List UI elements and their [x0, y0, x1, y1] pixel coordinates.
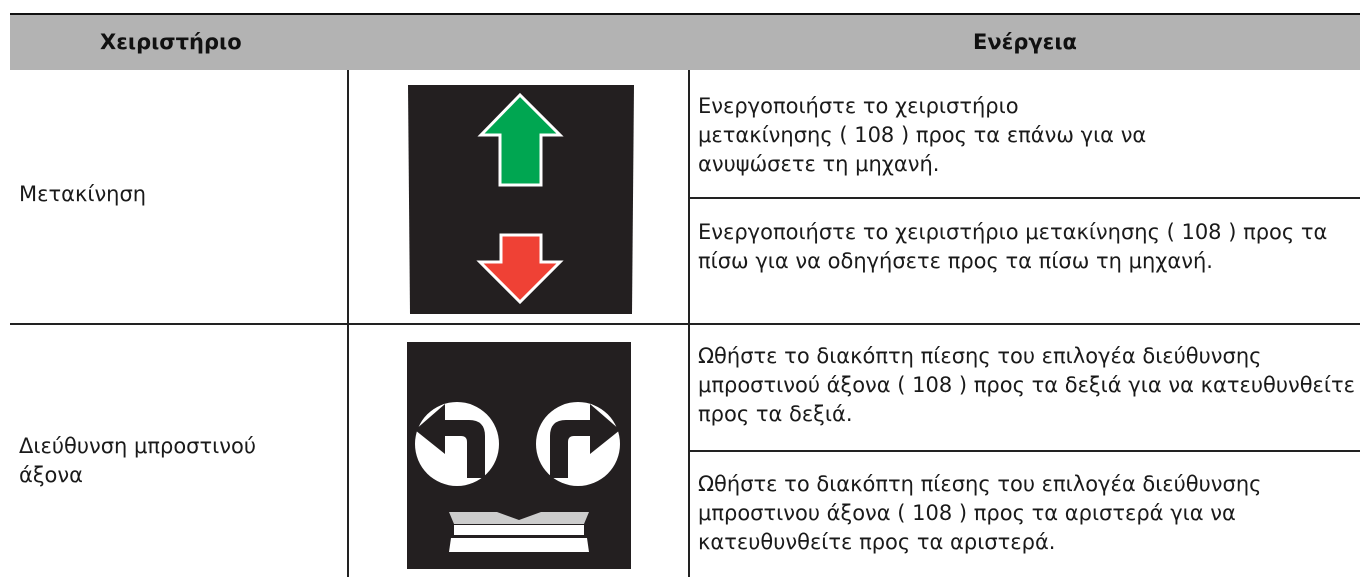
table-header: Χειριστήριο Ενέργεια [10, 15, 1360, 70]
action-text-move-back: Ενεργοποιήστε το χειριστήριο μετακίνησης… [698, 220, 1328, 273]
steer-left-right-icon [407, 342, 631, 569]
control-label-move: Μετακίνηση [19, 182, 147, 206]
action-divider-1 [690, 197, 1360, 199]
action-text-move-up: Ενεργοποιήστε το χειριστήριο μετακίνησης… [698, 94, 1147, 176]
action-divider-2 [690, 450, 1360, 452]
row-divider-1 [10, 323, 1360, 325]
up-down-arrows-icon [408, 85, 634, 314]
action-text-steer-right: Ωθήστε το διακόπτη πίεσης του επιλογέα δ… [698, 344, 1355, 426]
header-action: Ενέργεια [973, 30, 1077, 54]
control-label-steer: Διεύθυνση μπροστινού άξονα [19, 434, 256, 487]
action-text-steer-left: Ωθήστε το διακόπτη πίεσης του επιλογέα δ… [698, 472, 1262, 554]
header-control: Χειριστήριο [100, 30, 242, 54]
